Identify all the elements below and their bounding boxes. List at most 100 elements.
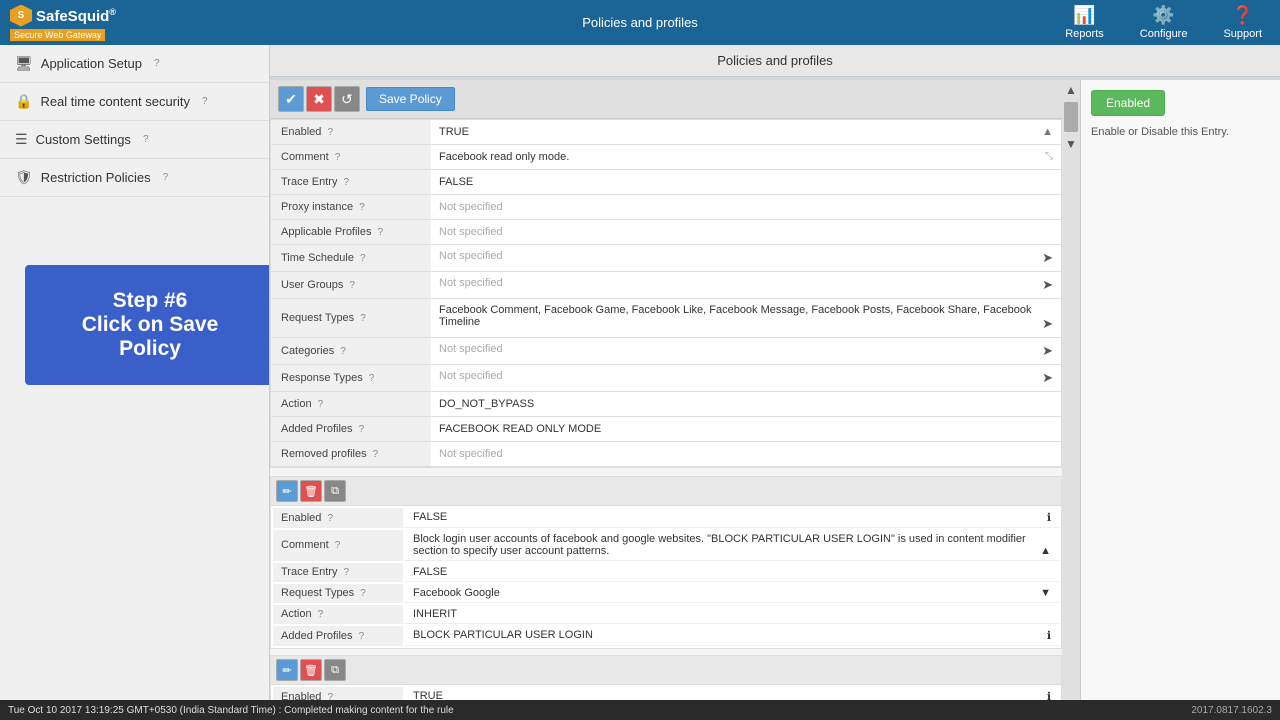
user-groups-text: Not specified xyxy=(439,277,503,289)
categories-label: Categories ? xyxy=(271,338,431,365)
resize-handle[interactable]: ⤡ xyxy=(1045,151,1053,162)
table-row: Request Types ? Facebook Google ▼ xyxy=(273,584,1059,603)
sidebar-item-custom-settings[interactable]: ☰ Custom Settings ? xyxy=(0,121,269,159)
reports-icon: 📊 xyxy=(1073,5,1095,26)
table-row: Time Schedule ? Not specified ➤ xyxy=(271,245,1061,272)
nav-configure[interactable]: ⚙️ Configure xyxy=(1132,1,1196,44)
sidebar-item-label: Application Setup xyxy=(41,56,142,71)
request-types-text: Facebook Comment, Facebook Game, Faceboo… xyxy=(439,304,1031,328)
entry2-info-icon[interactable]: ℹ xyxy=(1047,690,1051,700)
main-entry-container: Enabled ? TRUE ▲ Comment ? Facebook read… xyxy=(270,119,1062,468)
entry-2-copy-btn[interactable]: ⧉ xyxy=(324,659,346,681)
entry-1-edit-btn[interactable]: ✏ xyxy=(276,480,298,502)
page-title-bar: Policies and profiles xyxy=(270,45,1280,77)
entry-2-toolbar: ✏ 🗑 ⧉ xyxy=(271,656,1061,685)
scroll-down-arrow[interactable]: ▼ xyxy=(1062,134,1080,154)
entry2-enabled-label: Enabled ? xyxy=(273,687,403,700)
comment-label: Comment ? xyxy=(271,145,431,170)
entry-2-edit-btn[interactable]: ✏ xyxy=(276,659,298,681)
scroll-thumb[interactable] xyxy=(1064,102,1078,132)
sidebar-item-application-setup[interactable]: 🖥 Application Setup ? xyxy=(0,45,269,83)
help-icon: ? xyxy=(327,692,333,701)
time-schedule-label: Time Schedule ? xyxy=(271,245,431,272)
removed-profiles-value: Not specified xyxy=(431,442,1061,467)
sidebar-item-restriction-policies[interactable]: 🛡 Restriction Policies ? xyxy=(0,159,269,197)
applicable-profiles-value: Not specified xyxy=(431,220,1061,245)
nav-support[interactable]: ❓ Support xyxy=(1215,1,1270,44)
sidebar-item-real-time[interactable]: 🔒 Real time content security ? xyxy=(0,83,269,121)
entry1-trace-label: Trace Entry ? xyxy=(273,563,403,582)
entry1-comment-value: Block login user accounts of facebook an… xyxy=(405,530,1059,561)
table-row: Added Profiles ? BLOCK PARTICULAR USER L… xyxy=(273,626,1059,646)
help-icon: ? xyxy=(359,202,365,213)
table-row: Comment ? Block login user accounts of f… xyxy=(273,530,1059,561)
entry-1-delete-btn[interactable]: 🗑 xyxy=(300,480,322,502)
help-icon: ? xyxy=(373,449,379,460)
entry1-comment-text: Block login user accounts of facebook an… xyxy=(413,533,1026,557)
request-types-value: Facebook Comment, Facebook Game, Faceboo… xyxy=(431,299,1061,338)
proxy-instance-text: Not specified xyxy=(439,201,503,213)
action-label: Action ? xyxy=(271,392,431,417)
response-types-value: Not specified ➤ xyxy=(431,365,1061,392)
help-icon-cs: ? xyxy=(143,134,149,145)
table-row: Enabled ? TRUE ℹ xyxy=(273,687,1059,700)
configure-label: Configure xyxy=(1140,28,1188,40)
reset-button[interactable]: ↺ xyxy=(334,86,360,112)
request-types-arrow[interactable]: ➤ xyxy=(1042,316,1053,332)
time-schedule-arrow[interactable]: ➤ xyxy=(1042,250,1053,266)
entry1-added-profiles-value: BLOCK PARTICULAR USER LOGIN ℹ xyxy=(405,626,1059,646)
support-icon: ❓ xyxy=(1232,5,1254,26)
table-row: Response Types ? Not specified ➤ xyxy=(271,365,1061,392)
table-row: Removed profiles ? Not specified xyxy=(271,442,1061,467)
table-row: Proxy instance ? Not specified xyxy=(271,195,1061,220)
sidebar-item-label: Real time content security xyxy=(40,94,190,109)
entry1-enabled-value: FALSE ℹ xyxy=(405,508,1059,528)
main-form-table: Enabled ? TRUE ▲ Comment ? Facebook read… xyxy=(271,120,1061,467)
help-icon: ? xyxy=(344,567,350,578)
entry-1-copy-btn[interactable]: ⧉ xyxy=(324,480,346,502)
collapse-arrow[interactable]: ▲ xyxy=(1042,126,1053,138)
entry1-info-icon[interactable]: ℹ xyxy=(1047,511,1051,524)
proxy-instance-label: Proxy instance ? xyxy=(271,195,431,220)
response-types-text: Not specified xyxy=(439,370,503,382)
response-types-arrow[interactable]: ➤ xyxy=(1042,370,1053,386)
user-groups-arrow[interactable]: ➤ xyxy=(1042,277,1053,293)
enabled-button[interactable]: Enabled xyxy=(1091,90,1165,116)
categories-value: Not specified ➤ xyxy=(431,338,1061,365)
entry1-ap-info[interactable]: ℹ xyxy=(1047,629,1051,642)
entry2-enabled-text: TRUE xyxy=(413,690,443,700)
enabled-text: TRUE xyxy=(439,126,469,138)
user-groups-value: Not specified ➤ xyxy=(431,272,1061,299)
comment-text: Facebook read only mode. xyxy=(439,151,569,163)
check-button[interactable]: ✔ xyxy=(278,86,304,112)
table-row: Action ? DO_NOT_BYPASS xyxy=(271,392,1061,417)
table-row: Applicable Profiles ? Not specified xyxy=(271,220,1061,245)
entry-2-delete-btn[interactable]: 🗑 xyxy=(300,659,322,681)
table-row: Categories ? Not specified ➤ xyxy=(271,338,1061,365)
comment-value: Facebook read only mode. ⤡ xyxy=(431,145,1061,170)
entry1-request-types-value: Facebook Google ▼ xyxy=(405,584,1059,603)
request-types-label: Request Types ? xyxy=(271,299,431,338)
entry1-rt-down[interactable]: ▼ xyxy=(1040,587,1051,599)
entry-2: ✏ 🗑 ⧉ Enabled ? TRUE ℹ Comment ? xyxy=(270,655,1062,700)
save-policy-button[interactable]: Save Policy xyxy=(366,87,455,111)
categories-arrow[interactable]: ➤ xyxy=(1042,343,1053,359)
page-title-text: Policies and profiles xyxy=(717,53,833,68)
cancel-button[interactable]: ✖ xyxy=(306,86,332,112)
header: S SafeSquid® Secure Web Gateway Policies… xyxy=(0,0,1280,45)
entry1-trace-text: FALSE xyxy=(413,566,447,578)
entry1-comment-up[interactable]: ▲ xyxy=(1040,545,1051,557)
help-icon: ? xyxy=(359,424,365,435)
action-value: DO_NOT_BYPASS xyxy=(431,392,1061,417)
applicable-profiles-label: Applicable Profiles ? xyxy=(271,220,431,245)
scroll-up-arrow[interactable]: ▲ xyxy=(1062,80,1080,100)
logo-text: SafeSquid® xyxy=(36,7,116,25)
trace-entry-value: FALSE xyxy=(431,170,1061,195)
removed-profiles-label: Removed profiles ? xyxy=(271,442,431,467)
entry-1-table: Enabled ? FALSE ℹ Comment ? Block login … xyxy=(271,506,1061,648)
nav-reports[interactable]: 📊 Reports xyxy=(1057,1,1112,44)
help-icon: ? xyxy=(318,609,324,620)
logo-image: S SafeSquid® Secure Web Gateway xyxy=(10,4,130,42)
help-icon: ? xyxy=(349,280,355,291)
time-schedule-text: Not specified xyxy=(439,250,503,262)
